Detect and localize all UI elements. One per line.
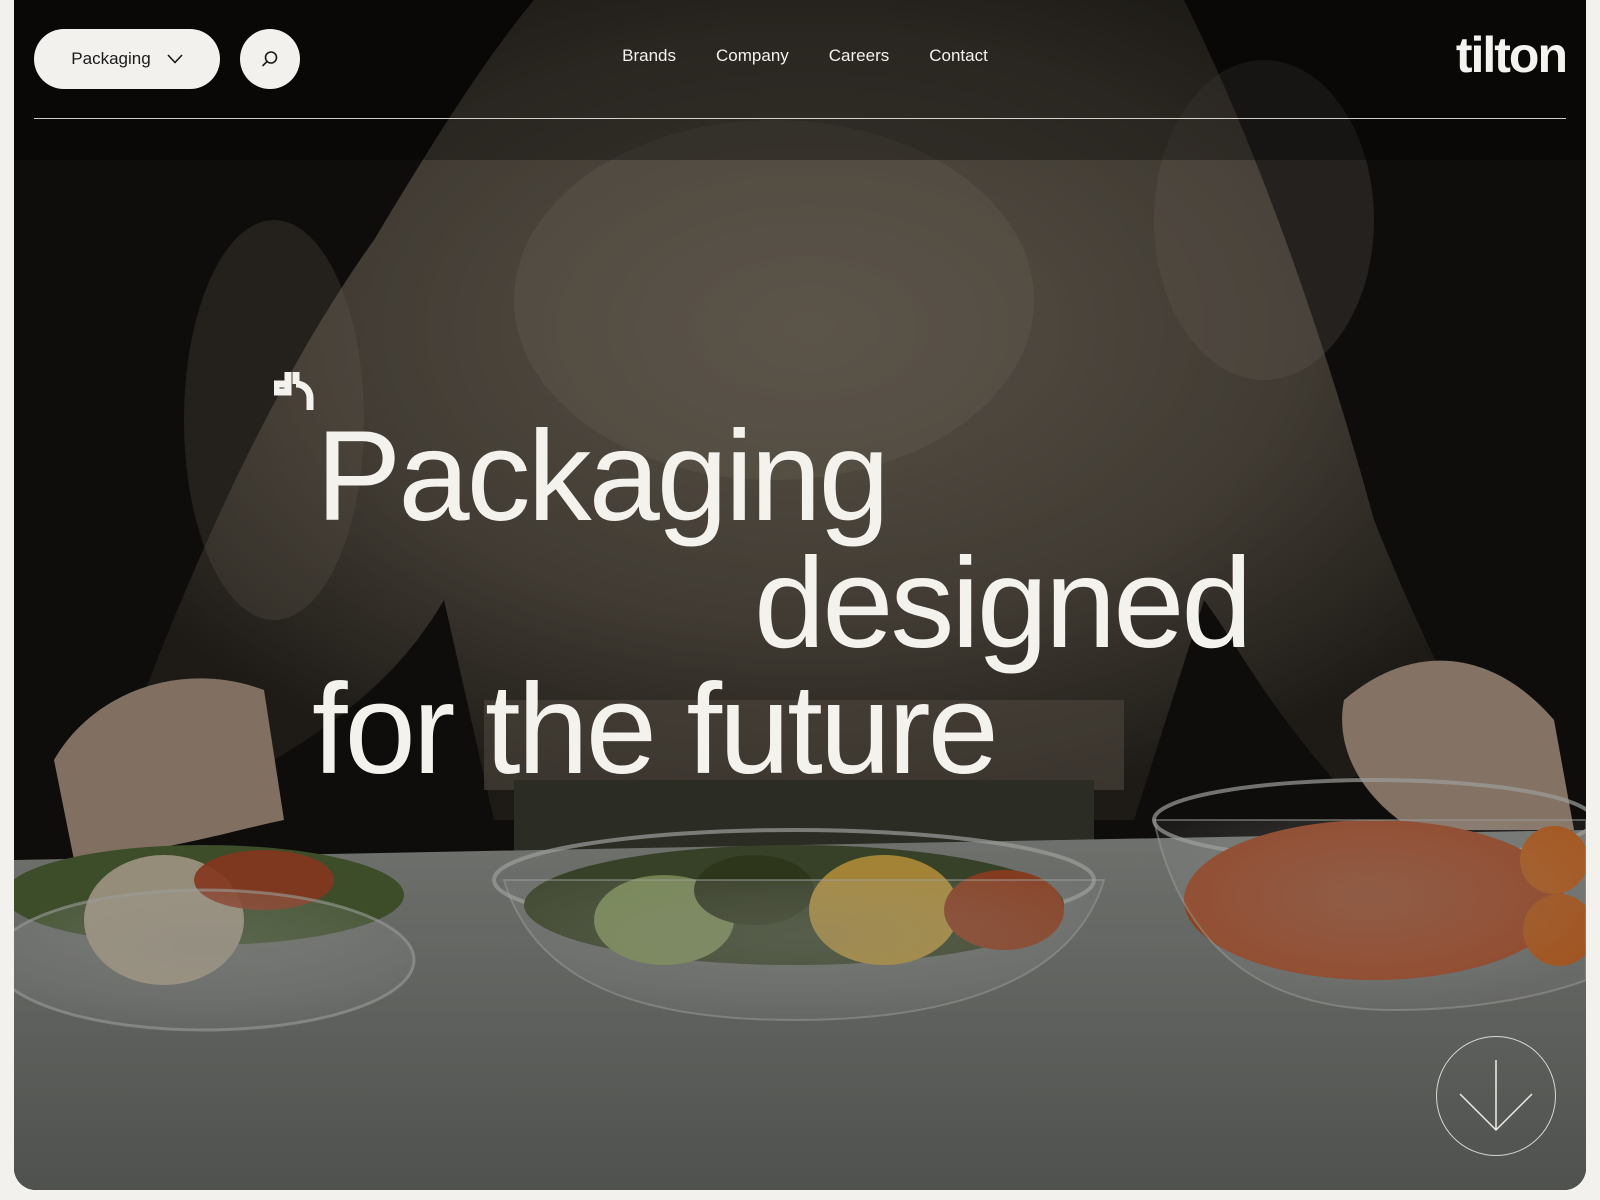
scroll-down-button[interactable] (1436, 1036, 1556, 1156)
headline-line-2: designed (754, 532, 1253, 675)
arrow-down-icon (1459, 1060, 1533, 1132)
headline-line-3: for the future (312, 658, 999, 801)
hero-section: Packaging Brands Company Careers Contact… (14, 0, 1586, 1190)
nav-company[interactable]: Company (716, 46, 789, 66)
headline-line-1: Packaging (316, 405, 890, 548)
main-nav: Brands Company Careers Contact (14, 46, 1586, 66)
header-divider (34, 118, 1566, 119)
nav-brands[interactable]: Brands (622, 46, 676, 66)
nav-careers[interactable]: Careers (829, 46, 889, 66)
sparkle-icon (274, 372, 314, 410)
nav-contact[interactable]: Contact (929, 46, 988, 66)
tilton-logo[interactable]: tilton (1456, 30, 1568, 80)
